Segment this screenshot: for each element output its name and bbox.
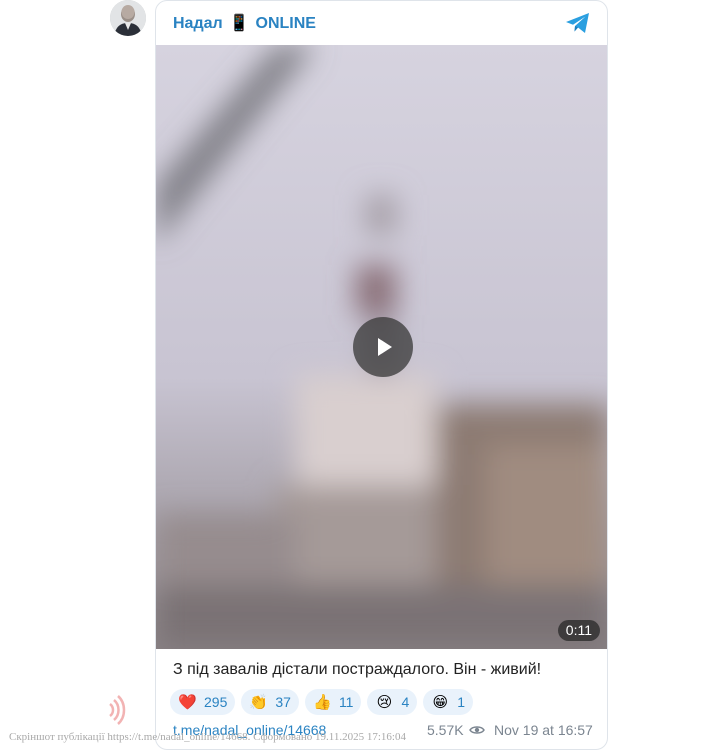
clap-icon: 👏 xyxy=(249,694,269,711)
post-header: Надал 📱 ONLINE xyxy=(156,1,607,45)
telegram-icon[interactable] xyxy=(565,12,591,34)
reaction-count: 1 xyxy=(457,694,466,710)
reactions-bar: ❤️ 295 👏 37 👍 11 😢 4 😁 1 xyxy=(170,689,474,715)
screenshot-caption: Скріншот публікації https://t.me/nadal_o… xyxy=(9,731,406,743)
view-count: 5.57K xyxy=(427,722,485,738)
reaction-count: 4 xyxy=(401,694,410,710)
person-avatar-icon xyxy=(110,0,146,36)
reaction-grin[interactable]: 😁 1 xyxy=(423,689,474,715)
eye-icon xyxy=(468,726,485,734)
video-duration: 0:11 xyxy=(557,620,600,641)
reaction-crying[interactable]: 😢 4 xyxy=(367,689,418,715)
channel-name-label: Надал xyxy=(173,15,223,32)
channel-avatar[interactable] xyxy=(110,0,146,36)
heart-icon: ❤️ xyxy=(178,694,197,711)
reaction-clap[interactable]: 👏 37 xyxy=(241,689,299,715)
views-value: 5.57K xyxy=(427,722,464,738)
post-text: З під завалів дістали постраждалого. Він… xyxy=(173,661,542,678)
post-card: Надал 📱 ONLINE 0:11 З під завалів дістал… xyxy=(155,0,608,750)
phone-emoji: 📱 xyxy=(229,15,250,32)
post-date[interactable]: Nov 19 at 16:57 xyxy=(494,722,593,738)
reaction-heart[interactable]: ❤️ 295 xyxy=(170,689,236,715)
channel-name-suffix: ONLINE xyxy=(255,15,316,32)
crying-face-icon: 😢 xyxy=(376,694,393,711)
sound-wave-icon xyxy=(109,695,126,725)
reaction-thumbs-up[interactable]: 👍 11 xyxy=(304,689,362,715)
video-preview[interactable]: 0:11 xyxy=(156,45,607,649)
channel-name[interactable]: Надал 📱 ONLINE xyxy=(173,13,316,33)
thumbs-up-icon: 👍 xyxy=(312,694,332,711)
grinning-face-icon: 😁 xyxy=(432,694,449,711)
reaction-count: 11 xyxy=(338,694,354,710)
play-button[interactable] xyxy=(353,317,413,377)
reaction-count: 37 xyxy=(275,694,291,710)
play-icon xyxy=(378,338,392,356)
reaction-count: 295 xyxy=(204,694,228,710)
